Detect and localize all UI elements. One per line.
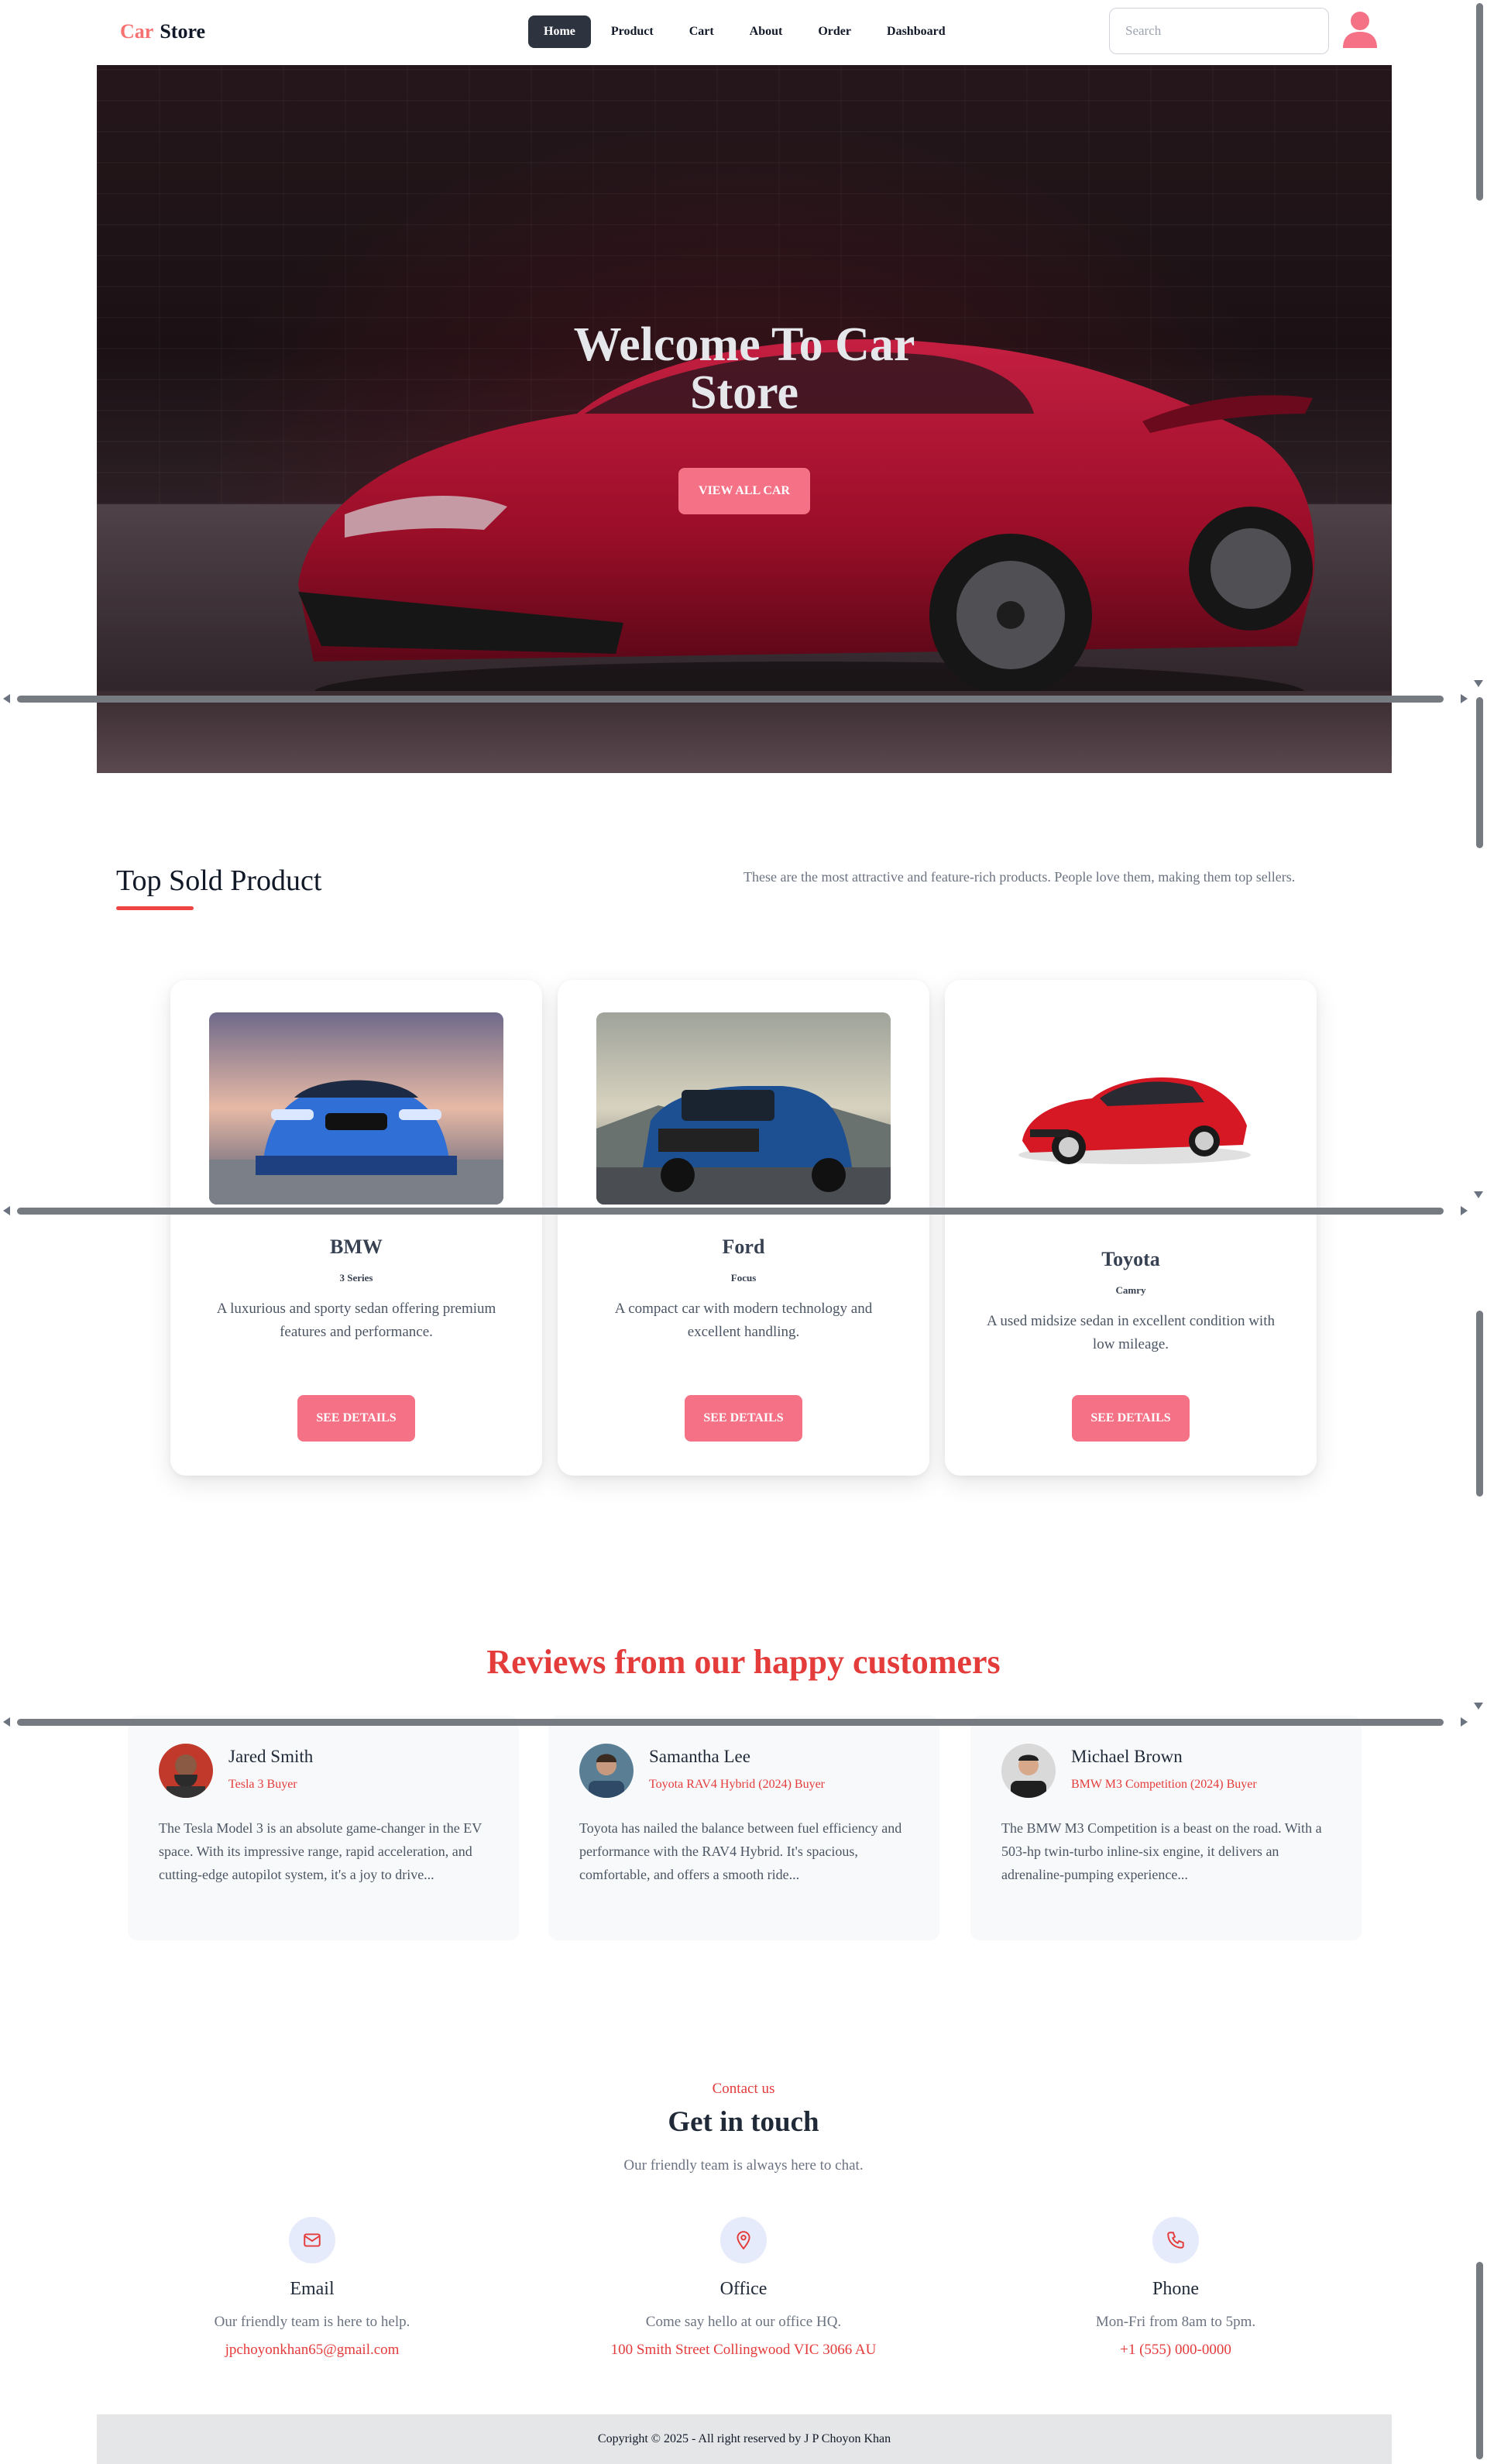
reviewer-role: Tesla 3 Buyer <box>228 1778 297 1791</box>
product-model: Camry <box>1115 1284 1146 1296</box>
logo[interactable]: Car Store <box>120 20 205 43</box>
nav-item-dashboard[interactable]: Dashboard <box>871 15 961 48</box>
contact-email: Email Our friendly team is here to help.… <box>157 2217 467 2359</box>
review-card: Samantha Lee Toyota RAV4 Hybrid (2024) B… <box>548 1716 939 1940</box>
contact-label: Phone <box>1152 2279 1199 2299</box>
review-text: The Tesla Model 3 is an absolute game-ch… <box>159 1820 482 1882</box>
product-description: A compact car with modern technology and… <box>614 1301 873 1340</box>
footer: Copyright © 2025 - All right reserved by… <box>97 2414 1392 2464</box>
avatar <box>579 1744 634 1798</box>
scroll-right-arrow-icon[interactable] <box>1461 694 1468 703</box>
hero-overlay <box>97 65 1392 773</box>
vertical-scrollbar-thumb[interactable] <box>1476 697 1483 848</box>
reviewer-name: Samantha Lee <box>649 1747 750 1766</box>
mail-icon <box>289 2217 335 2263</box>
product-model: Focus <box>730 1272 757 1284</box>
horizontal-scrollbar[interactable] <box>0 1204 1487 1216</box>
hero-banner: Welcome To Car Store VIEW ALL CAR <box>97 65 1392 773</box>
avatar <box>1001 1744 1056 1798</box>
top-sold-subtitle: These are the most attractive and featur… <box>744 869 1296 885</box>
reviewer-name: Michael Brown <box>1071 1747 1183 1766</box>
scrollbar-thumb[interactable] <box>17 696 1444 703</box>
product-card-bmw: BMW 3 Series A luxurious and sporty seda… <box>170 980 542 1476</box>
contact-office: Office Come say hello at our office HQ. … <box>589 2217 898 2359</box>
nav-item-about[interactable]: About <box>734 15 798 48</box>
product-description: A used midsize sedan in excellent condit… <box>986 1313 1275 1352</box>
avatar <box>159 1744 213 1798</box>
user-icon[interactable] <box>1340 9 1380 50</box>
navbar: Car Store Home Product Cart About Order D… <box>97 0 1390 65</box>
contact-description: Mon-Fri from 8am to 5pm. <box>1095 2314 1256 2330</box>
vertical-scrollbar-thumb[interactable] <box>1476 1311 1483 1497</box>
contact-subtitle: Our friendly team is always here to chat… <box>623 2157 864 2174</box>
product-card-ford: Ford Focus A compact car with modern tec… <box>558 980 929 1476</box>
view-all-car-button[interactable]: VIEW ALL CAR <box>678 468 810 514</box>
scroll-left-arrow-icon[interactable] <box>3 694 10 703</box>
contact-description: Our friendly team is here to help. <box>214 2314 410 2330</box>
nav-item-cart[interactable]: Cart <box>674 15 730 48</box>
product-card-toyota: Toyota Camry A used midsize sedan in exc… <box>945 980 1317 1476</box>
scrollbar-thumb[interactable] <box>17 1719 1444 1726</box>
horizontal-scrollbar[interactable] <box>0 1715 1487 1727</box>
scroll-down-arrow-icon[interactable] <box>1474 1703 1483 1710</box>
map-pin-icon <box>720 2217 767 2263</box>
product-image-ford <box>596 1012 891 1205</box>
search-input[interactable] <box>1109 8 1329 54</box>
contact-phone: Phone Mon-Fri from 8am to 5pm. +1 (555) … <box>1021 2217 1331 2359</box>
see-details-button[interactable]: SEE DETAILS <box>1072 1395 1190 1442</box>
see-details-button[interactable]: SEE DETAILS <box>685 1395 802 1442</box>
contact-title: Get in touch <box>668 2106 819 2138</box>
reviewer-role: Toyota RAV4 Hybrid (2024) Buyer <box>649 1778 826 1791</box>
product-brand: BMW <box>330 1235 383 1258</box>
logo-car-text: Car <box>120 20 154 43</box>
reviewer-name: Jared Smith <box>228 1747 314 1766</box>
phone-icon <box>1152 2217 1199 2263</box>
product-brand: Ford <box>722 1235 765 1258</box>
review-text: Toyota has nailed the balance between fu… <box>579 1820 902 1882</box>
product-brand: Toyota <box>1101 1248 1160 1270</box>
hero-title: Welcome To Car Store <box>573 318 915 419</box>
contact-label: Office <box>719 2279 768 2299</box>
product-image-bmw <box>209 1012 503 1205</box>
product-image-toyota <box>984 1025 1278 1180</box>
review-text: The BMW M3 Competition is a beast on the… <box>1001 1820 1322 1882</box>
review-card: Michael Brown BMW M3 Competition (2024) … <box>970 1716 1362 1940</box>
reviewer-role: BMW M3 Competition (2024) Buyer <box>1071 1778 1257 1791</box>
see-details-button[interactable]: SEE DETAILS <box>297 1395 415 1442</box>
nav-item-product[interactable]: Product <box>596 15 669 48</box>
scroll-left-arrow-icon[interactable] <box>3 1717 10 1727</box>
product-model: 3 Series <box>339 1272 373 1284</box>
scrollbar-thumb[interactable] <box>17 1208 1444 1215</box>
contact-label: Email <box>290 2279 335 2299</box>
phone-link[interactable]: +1 (555) 000-0000 <box>1021 2342 1331 2359</box>
logo-store-text: Store <box>160 20 206 43</box>
product-description: A luxurious and sporty sedan offering pr… <box>216 1301 496 1340</box>
vertical-scrollbar-thumb[interactable] <box>1476 3 1483 201</box>
nav-item-order[interactable]: Order <box>802 15 867 48</box>
contact-description: Come say hello at our office HQ. <box>645 2314 842 2330</box>
scroll-down-arrow-icon[interactable] <box>1474 1191 1483 1198</box>
contact-pre-title: Contact us <box>712 2081 775 2097</box>
vertical-scrollbar-thumb[interactable] <box>1476 2262 1483 2459</box>
office-address-link[interactable]: 100 Smith Street Collingwood VIC 3066 AU <box>589 2342 898 2359</box>
scroll-left-arrow-icon[interactable] <box>3 1206 10 1215</box>
nav-item-home[interactable]: Home <box>528 15 591 48</box>
reviews-title: Reviews from our happy customers <box>486 1643 1001 1681</box>
scroll-down-arrow-icon[interactable] <box>1474 680 1483 687</box>
horizontal-scrollbar[interactable] <box>0 692 1487 704</box>
scroll-right-arrow-icon[interactable] <box>1461 1717 1468 1727</box>
footer-copyright: Copyright © 2025 - All right reserved by… <box>597 2432 891 2445</box>
top-sold-title: Top Sold Product <box>116 864 322 897</box>
email-link[interactable]: jpchoyonkhan65@gmail.com <box>157 2342 467 2359</box>
nav-menu: Home Product Cart About Order Dashboard <box>528 15 961 48</box>
top-sold-underline <box>116 906 194 910</box>
review-card: Jared Smith Tesla 3 Buyer The Tesla Mode… <box>128 1716 519 1940</box>
scroll-right-arrow-icon[interactable] <box>1461 1206 1468 1215</box>
